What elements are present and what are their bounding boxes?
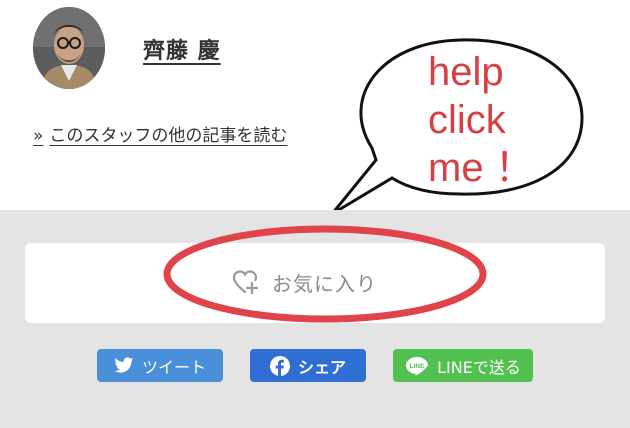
- callout-text: help click me ！: [428, 48, 535, 192]
- tweet-label: ツイート: [141, 357, 206, 377]
- favorite-label: お気に入り: [272, 271, 377, 296]
- more-articles-link[interactable]: » このスタッフの他の記事を読む: [33, 121, 287, 146]
- favorite-button[interactable]: お気に入り: [232, 267, 377, 297]
- tweet-button[interactable]: ツイート: [97, 349, 223, 382]
- line-icon-text: LINE: [410, 363, 425, 370]
- callout-line-2: click: [428, 98, 506, 142]
- callout-line-1: help: [428, 50, 504, 94]
- facebook-share-label: シェア: [297, 357, 346, 377]
- heart-plus-icon: [232, 270, 259, 295]
- chevron-right-icon: »: [33, 126, 44, 146]
- line-share-label: LINEで送る: [437, 357, 521, 377]
- author-name-link[interactable]: 齊藤 慶: [143, 33, 221, 65]
- avatar-photo: [33, 7, 105, 89]
- line-icon: LINE: [406, 356, 429, 376]
- author-avatar[interactable]: [33, 7, 105, 89]
- facebook-icon: [269, 355, 290, 376]
- callout-line-3: me ！: [428, 146, 535, 190]
- line-share-button[interactable]: LINE LINEで送る: [393, 349, 533, 382]
- more-articles-label: このスタッフの他の記事を読む: [49, 126, 288, 146]
- facebook-share-button[interactable]: シェア: [250, 349, 366, 382]
- twitter-bird-icon: [114, 357, 134, 373]
